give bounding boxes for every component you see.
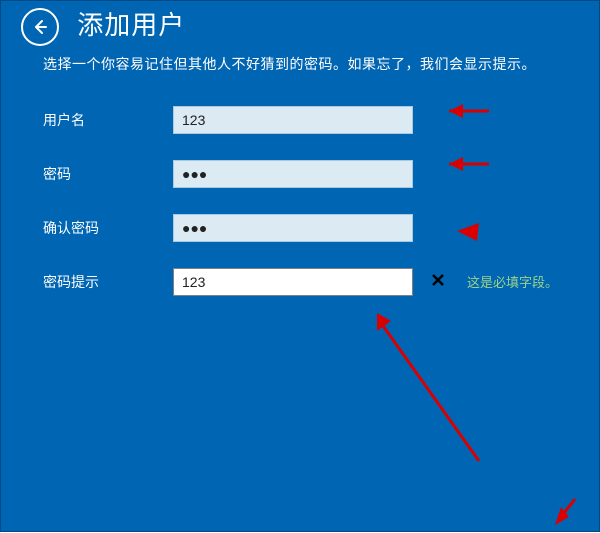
back-arrow-icon	[31, 18, 49, 36]
row-username: 用户名	[43, 104, 599, 136]
form: 用户名 密码 确认密码 密码提示 这是必填字段。	[43, 104, 599, 298]
close-icon	[430, 272, 446, 288]
password-hint-input[interactable]	[173, 268, 413, 296]
row-hint: 密码提示 这是必填字段。	[43, 266, 599, 298]
clear-hint-button[interactable]	[427, 269, 449, 291]
label-confirm: 确认密码	[43, 218, 173, 238]
label-password: 密码	[43, 164, 173, 184]
annotation-arrow-icon	[555, 499, 575, 525]
username-input[interactable]	[173, 106, 413, 134]
row-confirm: 确认密码	[43, 212, 599, 244]
required-message: 这是必填字段。	[467, 272, 558, 291]
back-button[interactable]	[21, 8, 59, 46]
page-subtitle: 选择一个你容易记住但其他人不好猜到的密码。如果忘了，我们会显示提示。	[43, 54, 599, 74]
page-title: 添加用户	[77, 10, 185, 40]
label-username: 用户名	[43, 110, 173, 130]
confirm-password-input[interactable]	[173, 214, 413, 242]
add-user-window: 添加用户 选择一个你容易记住但其他人不好猜到的密码。如果忘了，我们会显示提示。 …	[0, 0, 600, 532]
row-password: 密码	[43, 158, 599, 190]
password-input[interactable]	[173, 160, 413, 188]
titlebar: 添加用户	[21, 5, 599, 46]
annotation-arrow-icon	[377, 313, 479, 461]
label-hint: 密码提示	[43, 272, 173, 292]
